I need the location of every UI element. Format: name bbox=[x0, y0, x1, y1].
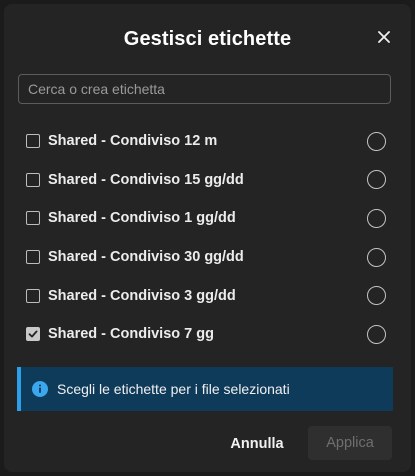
label-name: Shared - Condiviso 12 m bbox=[48, 133, 218, 150]
label-list: Shared - Condiviso 12 m Shared - Condivi… bbox=[4, 122, 411, 354]
info-icon bbox=[32, 381, 48, 397]
label-radio[interactable] bbox=[367, 286, 386, 306]
label-name: Shared - Condiviso 15 gg/dd bbox=[48, 171, 244, 188]
close-button[interactable] bbox=[373, 26, 395, 48]
label-checkbox[interactable] bbox=[26, 172, 40, 187]
label-checkbox[interactable] bbox=[26, 288, 40, 303]
checkmark-icon bbox=[28, 330, 38, 338]
label-radio[interactable] bbox=[367, 208, 386, 228]
label-name: Shared - Condiviso 3 gg/dd bbox=[48, 287, 236, 304]
label-checkbox[interactable] bbox=[26, 211, 40, 226]
close-icon bbox=[378, 31, 390, 43]
label-row[interactable]: Shared - Condiviso 30 gg/dd bbox=[4, 238, 411, 277]
label-radio[interactable] bbox=[367, 170, 386, 190]
label-row[interactable]: Shared - Condiviso 15 gg/dd bbox=[4, 161, 411, 200]
label-name: Shared - Condiviso 7 gg bbox=[48, 326, 214, 343]
label-row[interactable]: Shared - Condiviso 12 m bbox=[4, 122, 411, 161]
label-name: Shared - Condiviso 30 gg/dd bbox=[48, 249, 244, 266]
label-radio[interactable] bbox=[367, 324, 386, 344]
cancel-button[interactable]: Annulla bbox=[222, 429, 292, 459]
dialog-title: Gestisci etichette bbox=[123, 28, 292, 50]
apply-button[interactable]: Applica bbox=[308, 426, 392, 460]
info-banner: Scegli le etichette per i file seleziona… bbox=[17, 367, 393, 411]
search-input[interactable] bbox=[18, 74, 391, 104]
info-text: Scegli le etichette per i file seleziona… bbox=[57, 381, 290, 397]
label-name: Shared - Condiviso 1 gg/dd bbox=[48, 210, 236, 227]
label-checkbox[interactable] bbox=[26, 134, 40, 149]
label-row[interactable]: Shared - Condiviso 1 gg/dd bbox=[4, 199, 411, 238]
label-radio[interactable] bbox=[367, 247, 386, 267]
label-row[interactable]: Shared - Condiviso 7 gg bbox=[4, 315, 411, 354]
label-radio[interactable] bbox=[367, 131, 386, 151]
label-row[interactable]: Shared - Condiviso 3 gg/dd bbox=[4, 276, 411, 315]
manage-labels-dialog: Gestisci etichette Shared - Condiviso 12… bbox=[4, 4, 411, 472]
label-checkbox[interactable] bbox=[26, 250, 40, 265]
label-checkbox-checked[interactable] bbox=[26, 327, 40, 342]
